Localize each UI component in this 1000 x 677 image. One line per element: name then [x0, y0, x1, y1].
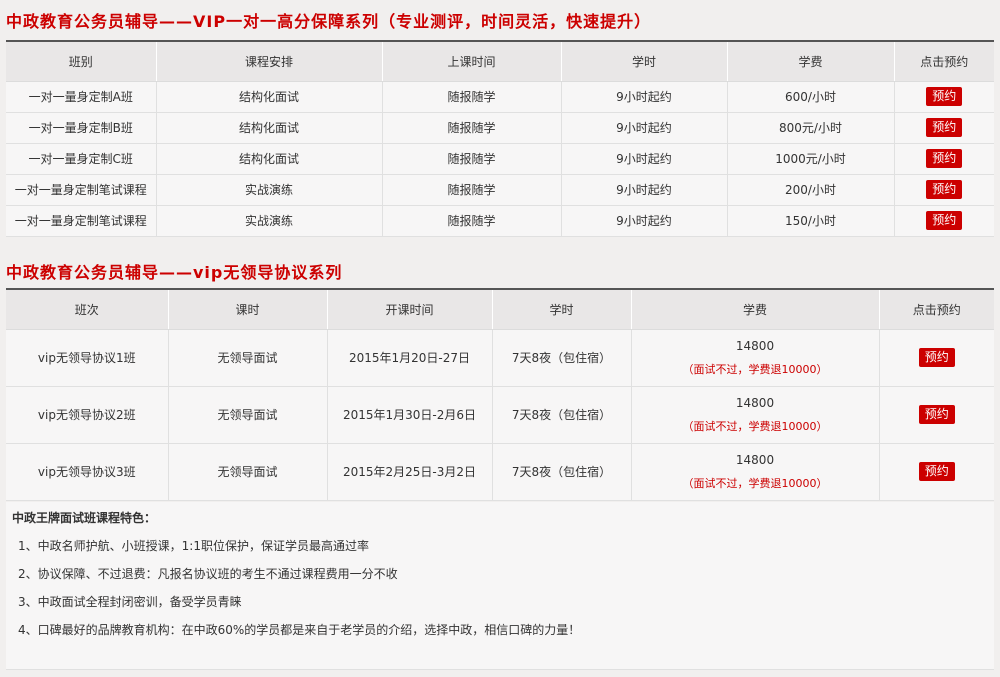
- class-fee-cell: 14800 （面试不过，学费退10000）: [631, 443, 880, 501]
- class-name: vip无领导协议3班: [6, 443, 169, 501]
- book-cell: 预约: [879, 386, 994, 444]
- course-type: 无领导面试: [168, 329, 328, 387]
- class-hours: 7天8夜（包住宿）: [492, 386, 632, 444]
- feature-item: 3、中政面试全程封闭密训，备受学员青睐: [18, 595, 242, 609]
- class-hours: 7天8夜（包住宿）: [492, 443, 632, 501]
- class-hours: 7天8夜（包住宿）: [492, 329, 632, 387]
- class-name: 一对一量身定制笔试课程: [6, 205, 157, 237]
- refund-note: （面试不过，学费退10000）: [682, 419, 828, 433]
- book-cell: 预约: [879, 329, 994, 387]
- book-button[interactable]: 预约: [926, 180, 963, 199]
- column-header-start: 开课时间: [327, 289, 493, 330]
- class-time: 随报随学: [382, 143, 562, 175]
- class-fee: 150/小时: [727, 205, 895, 237]
- section1-title: 中政教育公务员辅导——VIP一对一高分保障系列（专业测评，时间灵活，快速提升）: [6, 12, 652, 31]
- book-button[interactable]: 预约: [918, 405, 955, 424]
- class-name: 一对一量身定制C班: [6, 143, 157, 175]
- book-cell: 预约: [894, 143, 994, 175]
- table-row: vip无领导协议3班 无领导面试 2015年2月25日-3月2日 7天8夜（包住…: [6, 443, 994, 501]
- table-row: 一对一量身定制C班 结构化面试 随报随学 9小时起约 1000元/小时 预约: [6, 143, 994, 175]
- start-date: 2015年2月25日-3月2日: [327, 443, 493, 501]
- book-cell: 预约: [894, 81, 994, 113]
- table-row: 一对一量身定制笔试课程 实战演练 随报随学 9小时起约 200/小时 预约: [6, 174, 994, 206]
- column-header-fee: 学费: [631, 289, 880, 330]
- feature-item: 1、中政名师护航、小班授课，1:1职位保护，保证学员最高通过率: [18, 539, 369, 553]
- table-row: 一对一量身定制B班 结构化面试 随报随学 9小时起约 800元/小时 预约: [6, 112, 994, 144]
- column-header-time: 上课时间: [382, 41, 562, 82]
- class-hours: 9小时起约: [561, 81, 728, 113]
- book-button[interactable]: 预约: [926, 87, 963, 106]
- column-header-hours: 学时: [492, 289, 632, 330]
- class-fee: 200/小时: [727, 174, 895, 206]
- book-cell: 预约: [879, 443, 994, 501]
- column-header-hours: 学时: [561, 41, 728, 82]
- book-button[interactable]: 预约: [926, 211, 963, 230]
- vip-one-on-one-table: 班别 课程安排 上课时间 学时 学费 点击预约 一对一量身定制A班 结构化面试 …: [6, 40, 994, 237]
- course-type: 结构化面试: [156, 112, 383, 144]
- class-fee: 600/小时: [727, 81, 895, 113]
- start-date: 2015年1月20日-27日: [327, 329, 493, 387]
- column-header-course: 课程安排: [156, 41, 383, 82]
- table-row: 一对一量身定制A班 结构化面试 随报随学 9小时起约 600/小时 预约: [6, 81, 994, 113]
- class-name: 一对一量身定制笔试课程: [6, 174, 157, 206]
- class-fee: 800元/小时: [727, 112, 895, 144]
- table-row: 一对一量身定制笔试课程 实战演练 随报随学 9小时起约 150/小时 预约: [6, 205, 994, 237]
- course-features-panel: 中政王牌面试班课程特色： 1、中政名师护航、小班授课，1:1职位保护，保证学员最…: [6, 502, 994, 670]
- section2-title: 中政教育公务员辅导——vip无领导协议系列: [6, 263, 343, 282]
- column-header-book: 点击预约: [894, 41, 994, 82]
- refund-note: （面试不过，学费退10000）: [682, 362, 828, 376]
- book-cell: 预约: [894, 205, 994, 237]
- class-fee: 14800: [735, 338, 775, 353]
- features-title: 中政王牌面试班课程特色：: [12, 511, 157, 525]
- class-fee: 14800: [735, 395, 775, 410]
- class-time: 随报随学: [382, 174, 562, 206]
- class-name: vip无领导协议1班: [6, 329, 169, 387]
- course-type: 结构化面试: [156, 81, 383, 113]
- class-fee: 1000元/小时: [727, 143, 895, 175]
- table-row: vip无领导协议1班 无领导面试 2015年1月20日-27日 7天8夜（包住宿…: [6, 329, 994, 387]
- book-button[interactable]: 预约: [926, 149, 963, 168]
- book-cell: 预约: [894, 174, 994, 206]
- class-hours: 9小时起约: [561, 174, 728, 206]
- start-date: 2015年1月30日-2月6日: [327, 386, 493, 444]
- table-row: vip无领导协议2班 无领导面试 2015年1月30日-2月6日 7天8夜（包住…: [6, 386, 994, 444]
- refund-note: （面试不过，学费退10000）: [682, 476, 828, 490]
- class-hours: 9小时起约: [561, 205, 728, 237]
- book-button[interactable]: 预约: [918, 348, 955, 367]
- book-cell: 预约: [894, 112, 994, 144]
- column-header-fee: 学费: [727, 41, 895, 82]
- course-type: 结构化面试: [156, 143, 383, 175]
- class-time: 随报随学: [382, 112, 562, 144]
- class-name: 一对一量身定制A班: [6, 81, 157, 113]
- class-fee: 14800: [735, 452, 775, 467]
- feature-item: 2、协议保障、不过退费：凡报名协议班的考生不通过课程费用一分不收: [18, 567, 398, 581]
- book-button[interactable]: 预约: [918, 462, 955, 481]
- class-hours: 9小时起约: [561, 143, 728, 175]
- class-name: 一对一量身定制B班: [6, 112, 157, 144]
- class-name: vip无领导协议2班: [6, 386, 169, 444]
- column-header-book: 点击预约: [879, 289, 994, 330]
- table-header-row: 班别 课程安排 上课时间 学时 学费 点击预约: [6, 41, 994, 82]
- column-header-class: 班次: [6, 289, 169, 330]
- class-time: 随报随学: [382, 205, 562, 237]
- class-fee-cell: 14800 （面试不过，学费退10000）: [631, 386, 880, 444]
- class-fee-cell: 14800 （面试不过，学费退10000）: [631, 329, 880, 387]
- column-header-class: 班别: [6, 41, 157, 82]
- vip-agreement-table: 班次 课时 开课时间 学时 学费 点击预约 vip无领导协议1班 无领导面试 2…: [6, 288, 994, 501]
- course-type: 实战演练: [156, 205, 383, 237]
- class-hours: 9小时起约: [561, 112, 728, 144]
- column-header-course: 课时: [168, 289, 328, 330]
- feature-item: 4、口碑最好的品牌教育机构：在中政60%的学员都是来自于老学员的介绍，选择中政，…: [18, 623, 581, 637]
- course-type: 实战演练: [156, 174, 383, 206]
- class-time: 随报随学: [382, 81, 562, 113]
- table-header-row: 班次 课时 开课时间 学时 学费 点击预约: [6, 289, 994, 330]
- book-button[interactable]: 预约: [926, 118, 963, 137]
- course-type: 无领导面试: [168, 443, 328, 501]
- course-type: 无领导面试: [168, 386, 328, 444]
